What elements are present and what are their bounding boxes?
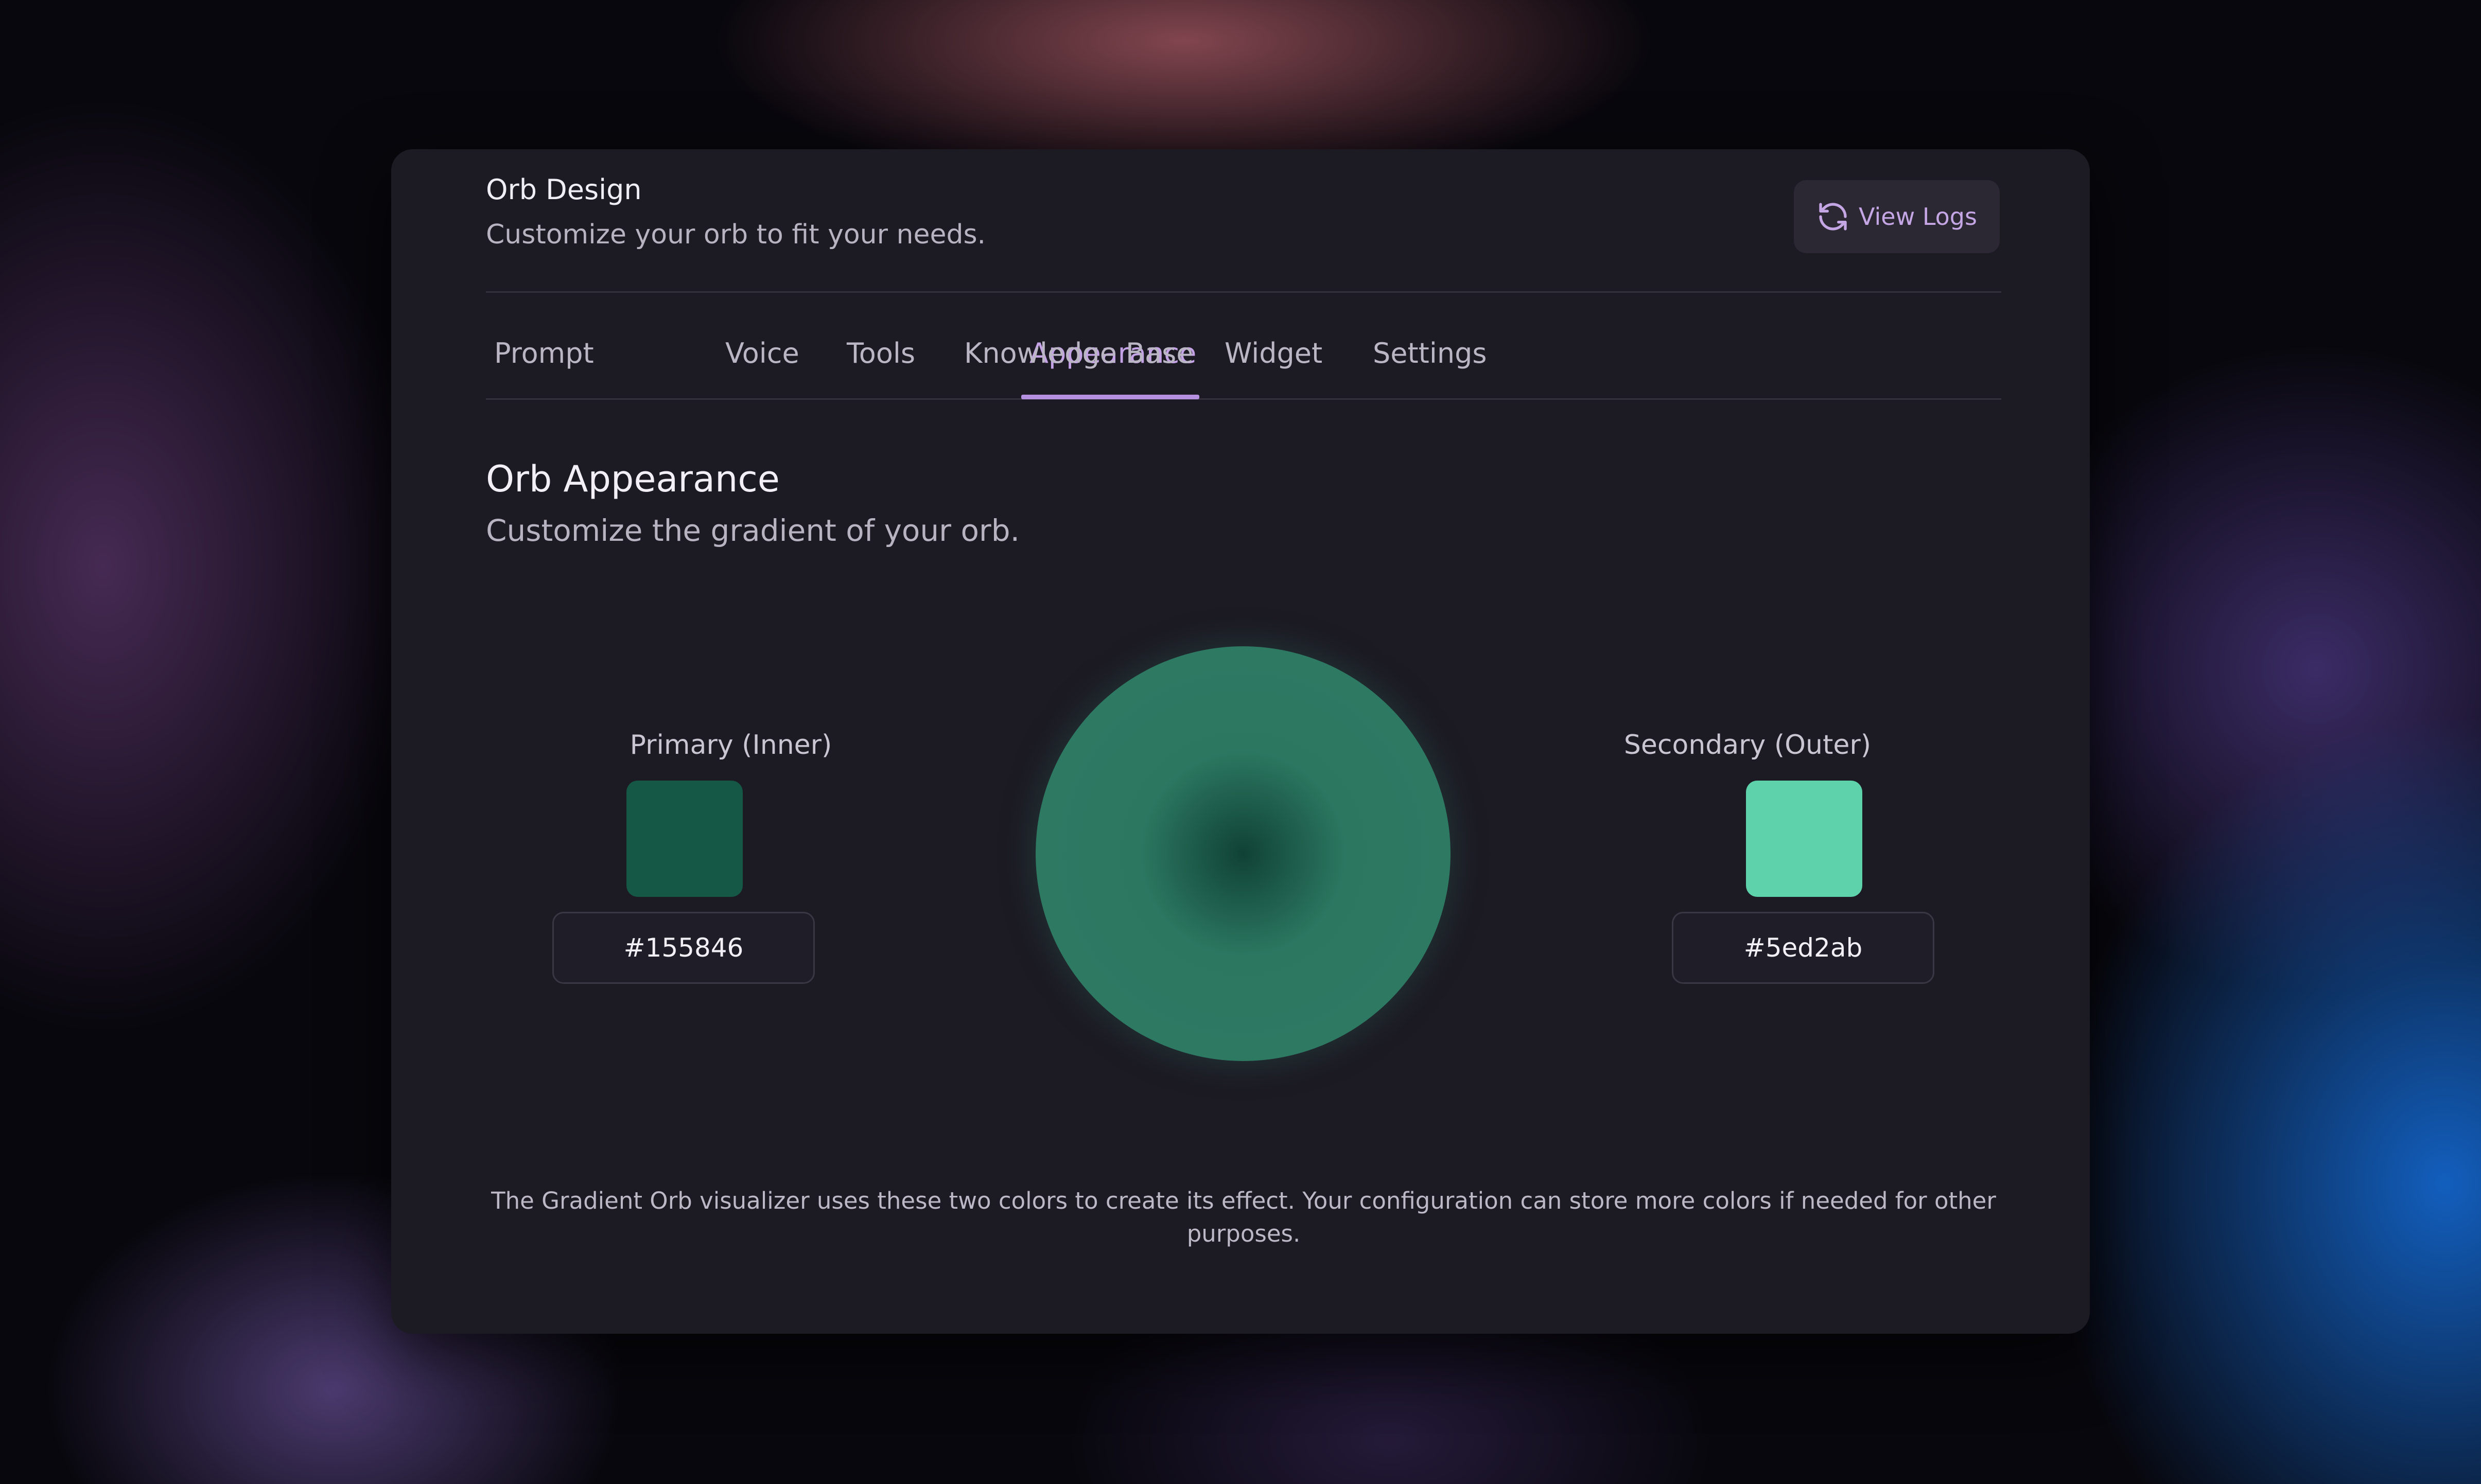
- footer-note: The Gradient Orb visualizer uses these t…: [491, 1187, 1996, 1247]
- tab-knowledge-base[interactable]: Knowledge Base: [964, 340, 1194, 367]
- view-logs-button[interactable]: View Logs: [1794, 180, 2000, 253]
- tab-bar: Prompt Appearance Voice Tools Knowledge …: [486, 340, 2001, 400]
- secondary-color-label: Secondary (Outer): [1623, 730, 1872, 761]
- header-divider: [486, 291, 2001, 293]
- panel-title: Orb Design: [486, 173, 642, 206]
- orb-design-panel: Orb Design Customize your orb to fit you…: [391, 149, 2090, 1334]
- tab-widget[interactable]: Widget: [1225, 340, 1322, 367]
- orb-preview: [1036, 646, 1451, 1061]
- active-tab-indicator: [1021, 395, 1199, 399]
- secondary-hex-input[interactable]: [1672, 912, 1934, 984]
- tab-settings[interactable]: Settings: [1373, 340, 1487, 367]
- tab-prompt[interactable]: Prompt: [494, 340, 594, 367]
- section-title: Orb Appearance: [486, 458, 780, 500]
- section-subtitle: Customize the gradient of your orb.: [486, 513, 1020, 548]
- primary-color-swatch[interactable]: [626, 781, 743, 897]
- secondary-color-swatch[interactable]: [1746, 781, 1862, 897]
- primary-color-label: Primary (Inner): [630, 730, 832, 761]
- tab-tools[interactable]: Tools: [847, 340, 915, 367]
- primary-hex-input[interactable]: [552, 912, 815, 984]
- view-logs-label: View Logs: [1859, 203, 1977, 231]
- refresh-icon: [1819, 203, 1847, 231]
- tab-voice[interactable]: Voice: [725, 340, 799, 367]
- panel-subtitle: Customize your orb to fit your needs.: [486, 219, 986, 250]
